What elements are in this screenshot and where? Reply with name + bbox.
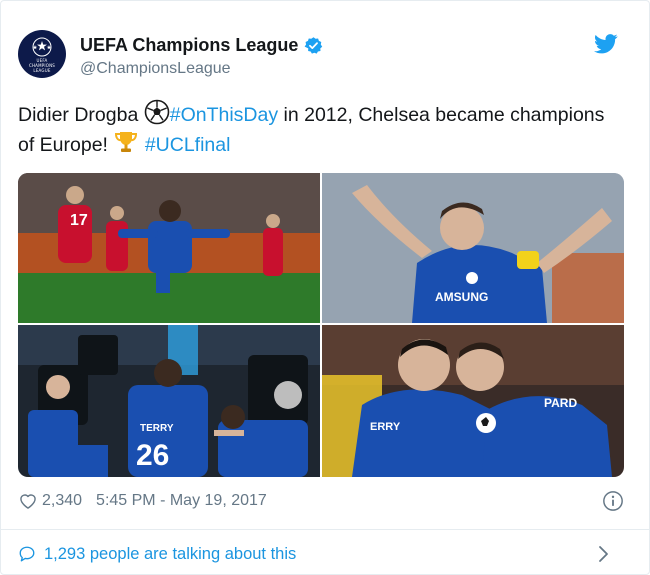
tweet-text-part1: Didier Drogba xyxy=(18,104,144,126)
media-grid: 17 AMSUNG TERRY 26 ERRY PARD xyxy=(18,173,624,477)
footer-divider xyxy=(1,529,650,530)
conversation-link[interactable]: 1,293 people are talking about this xyxy=(18,542,628,566)
hashtag-uclfinal[interactable]: #UCLfinal xyxy=(145,134,231,156)
twitter-bird-icon[interactable] xyxy=(594,34,618,54)
name-row: UEFA Champions League xyxy=(80,35,323,56)
avatar-wordmark: UEFA CHAMPIONS LEAGUE xyxy=(29,58,55,73)
photo-terry-image: TERRY 26 xyxy=(18,325,320,477)
avatar[interactable]: UEFA CHAMPIONS LEAGUE xyxy=(18,30,66,78)
avatar-text-line2: CHAMPIONS xyxy=(28,62,56,68)
tweet-header: UEFA CHAMPIONS LEAGUE UEFA Champions Lea… xyxy=(18,30,628,82)
info-icon[interactable] xyxy=(602,490,624,512)
photo-lampard-image: AMSUNG xyxy=(322,173,624,323)
champions-league-starball-icon xyxy=(32,37,52,56)
like-count: 2,340 xyxy=(42,492,83,509)
chevron-right-icon[interactable] xyxy=(594,545,612,563)
like-button[interactable]: 2,340 xyxy=(18,491,82,511)
soccer-ball-emoji xyxy=(144,99,170,125)
photo4-jersey-name-right: PARD xyxy=(544,396,577,410)
photo2-sponsor-text: AMSUNG xyxy=(435,290,488,304)
trophy-emoji xyxy=(115,132,138,152)
photo-drogba-image: 17 xyxy=(18,173,320,323)
avatar-text-line3: LEAGUE xyxy=(33,67,51,73)
tweet-meta: 2,340 5:45 PM - May 19, 2017 xyxy=(18,489,628,513)
tweet-card: UEFA CHAMPIONS LEAGUE UEFA Champions Lea… xyxy=(0,0,650,575)
tweet-timestamp[interactable]: 5:45 PM - May 19, 2017 xyxy=(96,492,267,510)
photo1-jersey-number: 17 xyxy=(70,212,88,229)
photo-lampard-celebration[interactable]: AMSUNG xyxy=(322,173,624,323)
hashtag-onthisday[interactable]: #OnThisDay xyxy=(170,104,278,126)
photo4-jersey-name-left: ERRY xyxy=(370,421,401,433)
talking-label: 1,293 people are talking about this xyxy=(44,544,297,563)
photo-embrace-image: ERRY PARD xyxy=(322,325,624,477)
tweet-text: Didier Drogba #OnThisDay in 2012, Chelse… xyxy=(18,99,618,159)
photo-terry-trophy[interactable]: TERRY 26 xyxy=(18,325,320,477)
photo3-jersey-name: TERRY xyxy=(140,423,174,434)
photo3-jersey-number: 26 xyxy=(136,439,169,472)
display-name[interactable]: UEFA Champions League xyxy=(80,35,298,56)
verified-badge-icon xyxy=(305,37,323,54)
heart-icon xyxy=(20,494,36,509)
photo-terry-lampard-embrace[interactable]: ERRY PARD xyxy=(322,325,624,477)
photo-drogba-celebration[interactable]: 17 xyxy=(18,173,320,323)
speech-bubble-icon xyxy=(19,546,35,562)
account-handle[interactable]: @ChampionsLeague xyxy=(80,60,231,78)
